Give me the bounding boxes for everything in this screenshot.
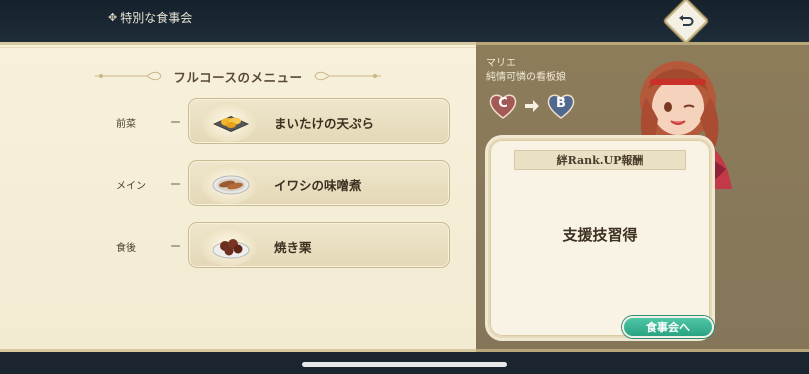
rank-to-letter: B	[556, 96, 566, 111]
character-title: 純情可憐の看板娘	[486, 72, 566, 83]
course-label: 前菜	[116, 119, 136, 130]
dish-name: イワシの味噌煮	[274, 178, 362, 193]
rank-to-badge: B	[546, 93, 576, 119]
screen-title-area: ✥ 特別な食事会	[108, 9, 192, 26]
dish-name: まいたけの天ぷら	[274, 116, 375, 131]
course-dash: ー	[170, 240, 181, 253]
fish-stew-plate-icon	[212, 175, 250, 195]
dish-card-main[interactable]: イワシの味噌煮	[188, 160, 450, 206]
go-to-meal-label: 食事会へ	[646, 321, 690, 334]
reward-header-text: 絆Rank.UP報酬	[556, 154, 644, 167]
flourish-left-icon	[95, 71, 162, 81]
course-row-main: メイン ー イワシの味噌煮	[0, 160, 476, 208]
screen-title: 特別な食事会	[120, 11, 193, 25]
character-name: マリエ	[486, 58, 516, 69]
course-label: メイン	[116, 181, 146, 192]
go-to-meal-button[interactable]: 食事会へ	[622, 316, 714, 338]
reward-header: 絆Rank.UP報酬	[514, 150, 686, 170]
rank-from-letter: C	[498, 96, 508, 111]
course-dash: ー	[170, 116, 181, 129]
course-label: 食後	[116, 243, 136, 254]
back-button[interactable]	[663, 0, 709, 44]
home-indicator[interactable]	[302, 362, 507, 367]
roasted-chestnut-plate-icon	[212, 239, 250, 259]
ornament-icon: ✥	[108, 11, 118, 24]
course-row-dessert: 食後 ー 焼き栗	[0, 222, 476, 270]
return-arrow-icon	[672, 7, 700, 35]
character-reward-panel: マリエ 純情可憐の看板娘 C B 絆Rank.UP報酬 支援技習得 食事会へ	[476, 42, 809, 352]
tempura-plate-icon	[213, 116, 249, 132]
top-bar: ✥ 特別な食事会	[0, 0, 809, 44]
dish-card-dessert[interactable]: 焼き栗	[188, 222, 450, 268]
dish-card-appetizer[interactable]: まいたけの天ぷら	[188, 98, 450, 144]
flourish-right-icon	[314, 71, 381, 81]
rank-change: C B	[488, 93, 576, 119]
course-dash: ー	[170, 178, 181, 191]
reward-text: 支援技習得	[562, 226, 638, 244]
menu-heading-text: フルコースのメニュー	[173, 69, 303, 85]
dish-name: 焼き栗	[274, 240, 312, 255]
rank-from-badge: C	[488, 93, 518, 119]
reward-card: 絆Rank.UP報酬 支援技習得 食事会へ	[488, 138, 714, 338]
arrow-right-icon	[525, 100, 539, 112]
full-course-menu-panel: フルコースのメニュー 前菜 ー まいたけの天ぷら メイン ー イワシの味噌煮 食…	[0, 42, 476, 352]
menu-heading: フルコースのメニュー	[0, 67, 476, 85]
course-row-appetizer: 前菜 ー まいたけの天ぷら	[0, 98, 476, 146]
